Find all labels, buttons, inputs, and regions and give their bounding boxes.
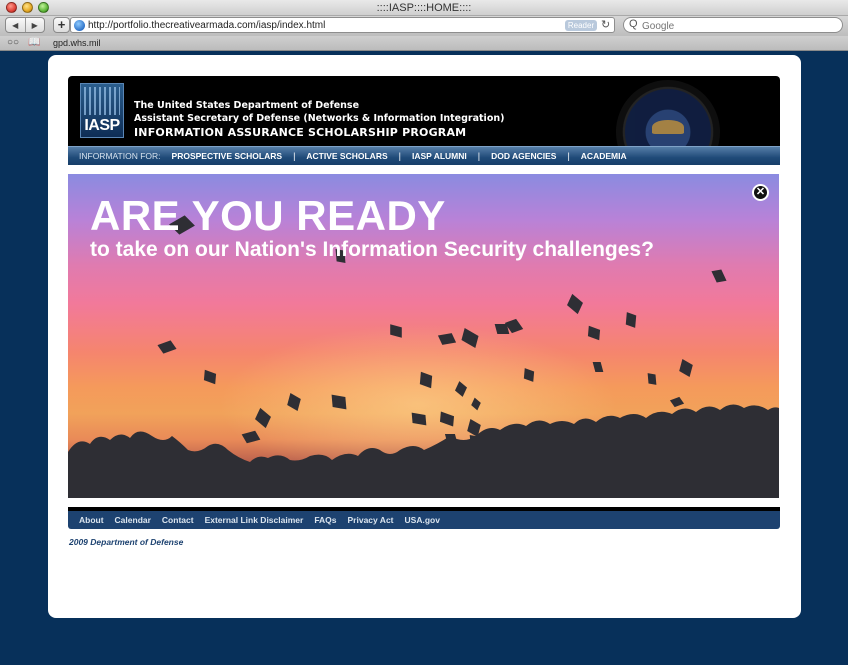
site-header: IASP The United States Department of Def… <box>68 76 780 146</box>
nav-separator: | <box>477 151 481 161</box>
history-buttons: ◀ ▶ <box>5 17 45 33</box>
url-text[interactable]: http://portfolio.thecreativearmada.com/i… <box>88 20 325 31</box>
close-banner-icon[interactable]: ✕ <box>752 184 769 201</box>
forward-arrow-icon: ▶ <box>31 20 38 30</box>
search-input[interactable] <box>642 20 837 32</box>
globe-icon <box>74 20 85 31</box>
footer-link-faqs[interactable]: FAQs <box>314 515 336 525</box>
hero-banner: ARE YOU READY to take on our Nation's In… <box>68 174 779 498</box>
search-icon: Q <box>629 18 638 30</box>
back-arrow-icon: ◀ <box>12 20 19 30</box>
bookmarks-book-icon[interactable]: 📖 <box>28 37 40 48</box>
footer-nav: About Calendar Contact External Link Dis… <box>68 507 780 529</box>
seal-eagle <box>652 120 684 134</box>
bookmark-gpd-link[interactable]: gpd.whs.mil <box>53 38 101 48</box>
hero-title: ARE YOU READY <box>90 192 446 239</box>
window-title: ::::IASP::::HOME:::: <box>376 2 472 14</box>
nav-label: INFORMATION FOR: <box>79 151 161 161</box>
logo-text: IASP <box>84 117 120 134</box>
footer-link-usa-gov[interactable]: USA.gov <box>405 515 440 525</box>
header-program-title: INFORMATION ASSURANCE SCHOLARSHIP PROGRA… <box>134 126 467 139</box>
forward-button[interactable]: ▶ <box>24 18 45 32</box>
iasp-logo[interactable]: IASP <box>80 83 124 138</box>
search-field[interactable]: Q <box>623 17 843 33</box>
footer-link-privacy-act[interactable]: Privacy Act <box>348 515 394 525</box>
nav-separator: | <box>567 151 570 161</box>
dod-seal-icon <box>616 80 720 146</box>
header-assistant-secretary: Assistant Secretary of Defense (Networks… <box>134 113 505 124</box>
footer-link-disclaimer[interactable]: External Link Disclaimer <box>205 515 304 525</box>
reader-button[interactable]: Reader <box>565 20 597 31</box>
reading-list-icon[interactable]: ○○ <box>7 37 19 48</box>
nav-separator: | <box>398 151 401 161</box>
nav-active-scholars[interactable]: ACTIVE SCHOLARS <box>306 151 387 161</box>
nav-prospective-scholars[interactable]: PROSPECTIVE SCHOLARS <box>172 151 283 161</box>
back-button[interactable]: ◀ <box>6 18 25 32</box>
footer-link-about[interactable]: About <box>79 515 104 525</box>
browser-toolbar: ◀ ▶ + http://portfolio.thecreativearmada… <box>0 16 848 36</box>
audience-nav: INFORMATION FOR: PROSPECTIVE SCHOLARS | … <box>68 146 780 165</box>
nav-iasp-alumni[interactable]: IASP ALUMNI <box>412 151 467 161</box>
nav-academia[interactable]: ACADEMIA <box>581 151 627 161</box>
nav-dod-agencies[interactable]: DOD AGENCIES <box>491 151 556 161</box>
address-bar[interactable]: http://portfolio.thecreativearmada.com/i… <box>70 17 615 33</box>
reload-icon[interactable]: ↻ <box>601 18 610 31</box>
bookmarks-bar: ○○ 📖 gpd.whs.mil <box>0 36 848 51</box>
footer-link-calendar[interactable]: Calendar <box>115 515 151 525</box>
logo-stripes <box>84 87 120 115</box>
nav-separator: | <box>293 151 296 161</box>
header-department: The United States Department of Defense <box>134 100 360 111</box>
add-bookmark-button[interactable]: + <box>53 17 70 33</box>
copyright: 2009 Department of Defense <box>69 537 184 547</box>
hero-subtitle: to take on our Nation's Information Secu… <box>90 238 654 261</box>
footer-link-contact[interactable]: Contact <box>162 515 194 525</box>
window-titlebar: ::::IASP::::HOME:::: <box>0 0 848 16</box>
